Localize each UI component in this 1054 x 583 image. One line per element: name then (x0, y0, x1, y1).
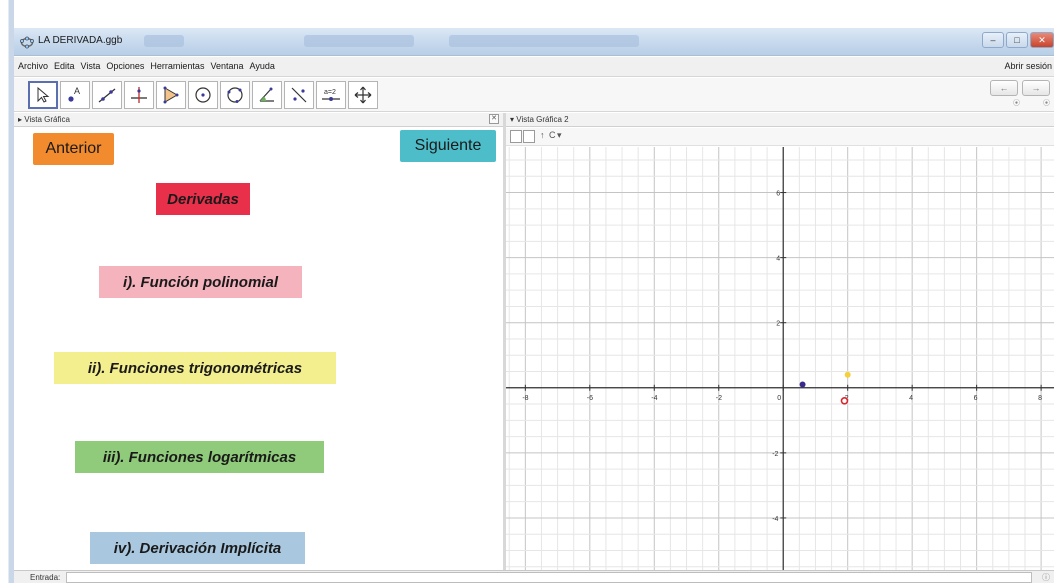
tool-move-view[interactable] (348, 81, 378, 109)
toggle-grid-button[interactable] (523, 130, 535, 143)
input-field[interactable] (66, 572, 1032, 583)
next-button[interactable]: Siguiente (400, 130, 496, 162)
maximize-button[interactable]: □ (1006, 32, 1028, 48)
window-title: LA DERIVADA.ggb (38, 35, 123, 46)
y-tick-label: -4 (772, 516, 778, 523)
tool-circle-center[interactable] (188, 81, 218, 109)
sign-in-link[interactable]: Abrir sesión (1004, 61, 1052, 71)
angle-icon (259, 87, 274, 102)
graphics-view-1[interactable]: Anterior Siguiente Derivadas i). Función… (14, 128, 503, 570)
tool-perpendicular[interactable] (124, 81, 154, 109)
tool-circle-three-points[interactable] (220, 81, 250, 109)
view1-title[interactable]: ▸ Vista Gráfica (18, 115, 70, 124)
menu-opciones[interactable]: Opciones (106, 61, 144, 71)
taskbar-blur (144, 35, 184, 47)
y-tick-label: 6 (776, 191, 780, 198)
label-derivadas[interactable]: Derivadas (156, 183, 250, 215)
svg-text:A: A (74, 86, 80, 96)
label-funciones-logaritmicas[interactable]: iii). Funciones logarítmicas (75, 441, 324, 473)
tool-angle[interactable] (252, 81, 282, 109)
redo-button[interactable]: → (1022, 80, 1050, 96)
window-border (0, 0, 14, 583)
menu-vista[interactable]: Vista (81, 61, 101, 71)
point-capture-icon[interactable]: ↑ (540, 130, 545, 140)
taskbar-blur (304, 35, 414, 47)
taskbar-blur (449, 35, 639, 47)
point-icon: A (68, 86, 80, 102)
polygon-icon (163, 86, 179, 104)
x-tick-label: 8 (1038, 395, 1042, 402)
x-tick-label: -8 (522, 395, 528, 402)
label-derivacion-implicita[interactable]: iv). Derivación Implícita (90, 532, 305, 564)
move-view-icon (354, 86, 372, 104)
slider-icon-text: a=2 (324, 89, 336, 96)
slider-icon: a=2 (322, 89, 340, 101)
x-tick-label: -2 (716, 395, 722, 402)
view1-close-icon[interactable]: ✕ (489, 114, 499, 124)
circle-center-icon (195, 87, 211, 103)
prev-button[interactable]: Anterior (33, 133, 114, 165)
move-arrow-icon (37, 86, 50, 103)
menu-archivo[interactable]: Archivo (18, 61, 48, 71)
tool-line[interactable] (92, 81, 122, 109)
x-tick-label: 0 (777, 395, 781, 402)
toolbar: A a=2 ← → ⦿ ⦿ (14, 78, 1054, 112)
y-tick-label: 2 (776, 321, 780, 328)
input-label: Entrada: (30, 573, 61, 582)
tool-slider[interactable]: a=2 (316, 81, 346, 109)
view2-title[interactable]: ▾ Vista Gráfica 2 (510, 115, 569, 124)
menu-ayuda[interactable]: Ayuda (250, 61, 275, 71)
tool-move[interactable] (28, 81, 58, 109)
x-tick-label: 6 (974, 395, 978, 402)
input-help-icon[interactable]: ⓘ (1042, 572, 1050, 583)
graphics-view-2[interactable]: -8-6-4-202468-4-2246 (506, 147, 1054, 570)
y-tick-label: 4 (776, 256, 780, 263)
y-tick-label: -2 (772, 451, 778, 458)
view2-title-text: Vista Gráfica 2 (516, 115, 569, 124)
chevron-down-icon[interactable]: ▾ (557, 130, 562, 141)
standard-view-icon[interactable]: C (549, 130, 556, 140)
tool-polygon[interactable] (156, 81, 186, 109)
toggle-axes-button[interactable] (510, 130, 522, 143)
perpendicular-line-icon (131, 87, 147, 103)
undo-help-icon: ⦿ (1013, 100, 1020, 107)
geogebra-app-icon (20, 36, 34, 49)
circle-three-points-icon (227, 87, 243, 103)
menu-herramientas[interactable]: Herramientas (150, 61, 204, 71)
tool-point[interactable]: A (60, 81, 90, 109)
menu-items: Archivo Edita Vista Opciones Herramienta… (18, 61, 275, 71)
line-icon (98, 88, 116, 103)
menu-bar: Archivo Edita Vista Opciones Herramienta… (14, 57, 1054, 77)
view1-header: ▸ Vista Gráfica ✕ (14, 113, 503, 127)
view2-header: ▾ Vista Gráfica 2 (506, 113, 1054, 127)
reflect-icon (291, 87, 307, 103)
point-hollow (840, 397, 849, 405)
point (844, 371, 851, 378)
minimize-button[interactable]: – (982, 32, 1004, 48)
x-tick-label: -6 (587, 395, 593, 402)
tool-reflect[interactable] (284, 81, 314, 109)
x-tick-label: 4 (909, 395, 913, 402)
input-bar: Entrada: ⓘ (14, 570, 1054, 583)
geogebra-window: LA DERIVADA.ggb – □ ✕ Archivo Edita Vist… (0, 0, 1054, 583)
view2-style-bar: ↑ C ▾ (506, 128, 1054, 146)
menu-edita[interactable]: Edita (54, 61, 75, 71)
label-funcion-polinomial[interactable]: i). Función polinomial (99, 266, 302, 298)
close-button[interactable]: ✕ (1030, 32, 1054, 48)
redo-help-icon: ⦿ (1043, 100, 1050, 107)
title-bar: LA DERIVADA.ggb – □ ✕ (14, 28, 1054, 56)
point (799, 381, 806, 388)
view1-title-text: Vista Gráfica (24, 115, 70, 124)
window-controls: – □ ✕ (982, 32, 1054, 48)
label-funciones-trigonometricas[interactable]: ii). Funciones trigonométricas (54, 352, 336, 384)
undo-button[interactable]: ← (990, 80, 1018, 96)
x-tick-label: -4 (651, 395, 657, 402)
menu-ventana[interactable]: Ventana (210, 61, 243, 71)
